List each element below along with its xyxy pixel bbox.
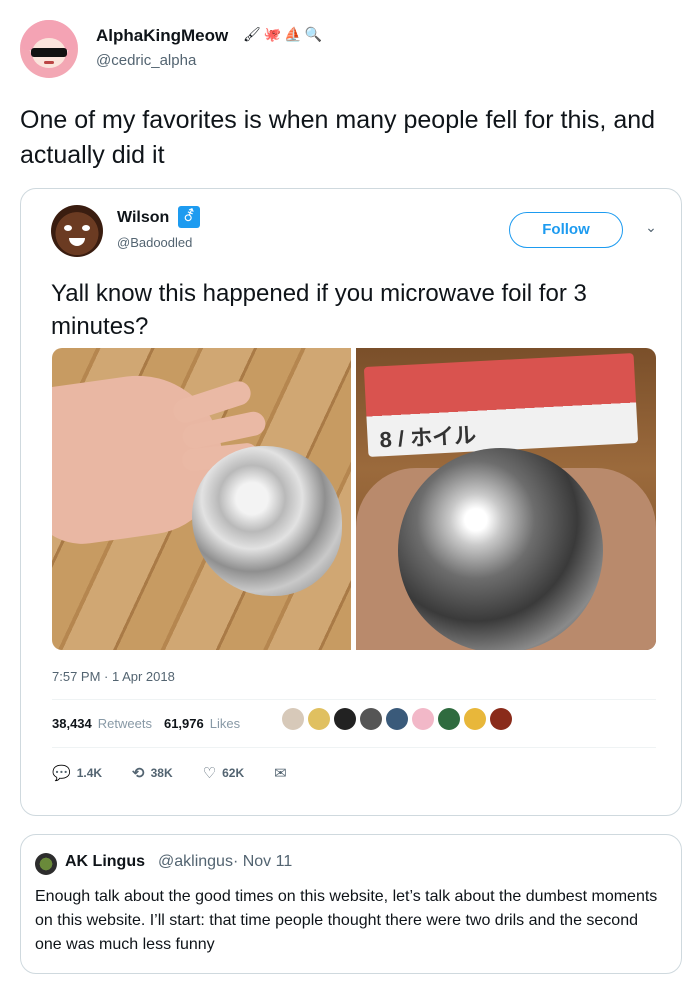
likes-label[interactable]: Likes bbox=[210, 716, 240, 731]
avatar-eye bbox=[64, 225, 72, 231]
author-emoji-badges: 🖌 🐙 ⛵ 🔍 bbox=[243, 26, 322, 43]
retweet-icon: ⟲ bbox=[132, 765, 145, 782]
tweet-actions: 💬 1.4K ⟲ 38K ♡ 62K ✉ bbox=[52, 764, 317, 782]
foil-ball-photo[interactable] bbox=[52, 348, 351, 650]
paintbrush-icon: 🖌 bbox=[243, 26, 261, 42]
share-dm-button[interactable]: ✉ bbox=[274, 764, 287, 782]
foil-ball-image bbox=[192, 446, 342, 596]
liker-avatars bbox=[282, 708, 512, 730]
quote-author-handle-date[interactable]: @aklingus· Nov 11 bbox=[158, 853, 292, 871]
tweet-text: One of my favorites is when many people … bbox=[20, 106, 656, 169]
liker-avatar[interactable] bbox=[412, 708, 434, 730]
like-button[interactable]: ♡ 62K bbox=[203, 764, 244, 782]
engagement-stats: 38,434 Retweets 61,976 Likes bbox=[52, 716, 246, 731]
retweets-label[interactable]: Retweets bbox=[98, 716, 152, 731]
liker-avatar[interactable] bbox=[282, 708, 304, 730]
heart-icon: ♡ bbox=[202, 765, 217, 782]
avatar-smile bbox=[69, 238, 85, 246]
liker-avatar[interactable] bbox=[360, 708, 382, 730]
liker-avatar[interactable] bbox=[334, 708, 356, 730]
liker-avatar[interactable] bbox=[464, 708, 486, 730]
embedded-author-name[interactable]: Wilson bbox=[117, 209, 169, 227]
quote-tweet-text: Enough talk about the good times on this… bbox=[35, 888, 658, 953]
reply-count: 1.4K bbox=[76, 766, 103, 780]
retweets-count[interactable]: 38,434 bbox=[52, 716, 92, 731]
like-count: 62K bbox=[222, 766, 245, 780]
retweet-button[interactable]: ⟲ 38K bbox=[132, 764, 173, 782]
reply-button[interactable]: 💬 1.4K bbox=[52, 764, 102, 782]
magnifier-icon: 🔍 bbox=[304, 26, 323, 42]
steel-ball-image bbox=[398, 448, 603, 650]
follow-button[interactable]: Follow bbox=[509, 212, 623, 248]
octopus-icon: 🐙 bbox=[263, 26, 282, 42]
divider bbox=[52, 699, 656, 700]
avatar[interactable] bbox=[20, 20, 78, 78]
quote-author-avatar[interactable] bbox=[35, 853, 57, 875]
embedded-author-avatar[interactable] bbox=[51, 205, 103, 257]
envelope-icon: ✉ bbox=[274, 765, 287, 782]
liker-avatar[interactable] bbox=[490, 708, 512, 730]
avatar-glasses bbox=[31, 48, 67, 57]
avatar-eye bbox=[82, 225, 90, 231]
embedded-author-handle[interactable]: @Badoodled bbox=[117, 235, 192, 250]
reply-icon: 💬 bbox=[52, 765, 71, 782]
author-name[interactable]: AlphaKingMeow bbox=[96, 26, 228, 46]
steel-ball-photo[interactable]: 8 / ホイル bbox=[356, 348, 656, 650]
quote-author-name[interactable]: AK Lingus bbox=[65, 853, 145, 871]
liker-avatar[interactable] bbox=[386, 708, 408, 730]
sailboat-icon: ⛵ bbox=[284, 26, 302, 42]
quote-tweet-card[interactable]: AK Lingus @aklingus· Nov 11 Enough talk … bbox=[20, 834, 682, 974]
tweet-timestamp[interactable]: 7:57 PM · 1 Apr 2018 bbox=[52, 669, 175, 684]
liker-avatar[interactable] bbox=[438, 708, 460, 730]
author-handle[interactable]: @cedric_alpha bbox=[96, 52, 196, 69]
liker-avatar[interactable] bbox=[308, 708, 330, 730]
divider bbox=[52, 747, 656, 748]
chevron-down-icon[interactable]: ⌄ bbox=[641, 219, 661, 239]
retweet-count: 38K bbox=[150, 766, 173, 780]
avatar-mouth bbox=[44, 61, 54, 64]
foil-box-image: 8 / ホイル bbox=[363, 352, 639, 458]
gender-symbol-icon: ⚦ bbox=[178, 206, 200, 228]
likes-count[interactable]: 61,976 bbox=[164, 716, 204, 731]
foil-box-label: 8 / ホイル bbox=[379, 422, 477, 453]
embedded-tweet-text: Yall know this happened if you microwave… bbox=[51, 280, 587, 340]
